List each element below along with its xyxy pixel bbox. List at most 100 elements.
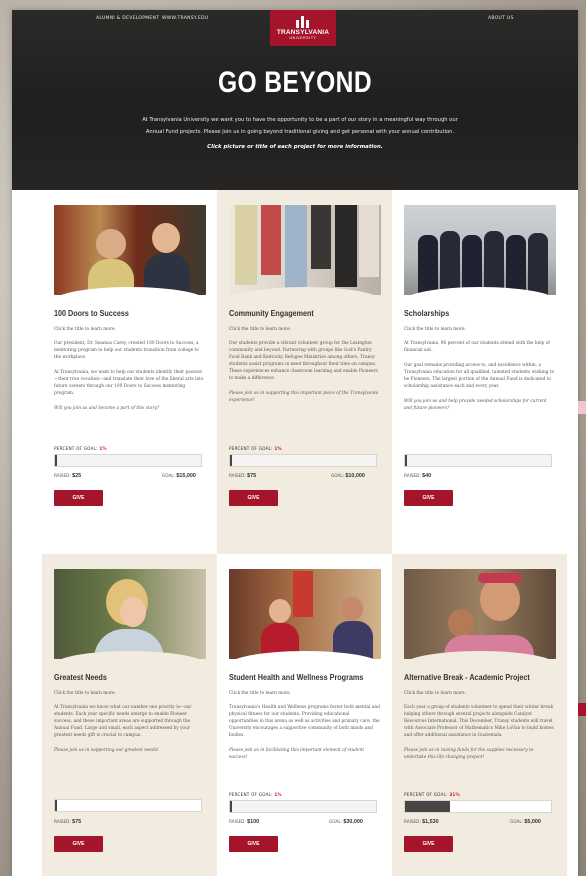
progress-fill <box>55 455 58 466</box>
paragraph: Will you join us and become a part of th… <box>54 406 160 411</box>
page: ALUMNI & DEVELOPMENT WWW.TRANSY.EDU ABOU… <box>12 10 578 876</box>
paragraph: Please join us in raising funds for the … <box>404 748 534 760</box>
raised-amount: RAISED: $75 <box>54 819 81 825</box>
percent-label: PERCENT OF GOAL: <box>54 446 98 451</box>
project-photo[interactable] <box>229 205 381 295</box>
raised-amount: RAISED: $75 <box>229 473 256 479</box>
project-card-alternative-break: Alternative Break - Academic Project Cli… <box>392 554 567 876</box>
hero-line-1: At Transylvania University we want you t… <box>142 117 458 123</box>
progress-fill <box>230 801 233 812</box>
project-hint: Click the title to learn more. <box>54 691 116 696</box>
percent-of-goal: PERCENT OF GOAL: 1% <box>54 446 107 451</box>
give-button[interactable]: GIVE <box>229 836 278 852</box>
paragraph: At Transylvania, we want to help our stu… <box>54 370 204 396</box>
project-photo[interactable] <box>54 205 206 295</box>
project-photo[interactable] <box>54 569 206 659</box>
percent-label: PERCENT OF GOAL: <box>404 792 448 797</box>
raised-value: $75 <box>247 473 257 479</box>
hero-cta: Click picture or title of each project f… <box>207 144 383 150</box>
paragraph: Please join us in supporting our greates… <box>54 748 159 753</box>
project-title[interactable]: 100 Doors to Success <box>54 309 190 318</box>
paragraph: Please join us in facilitating this impo… <box>229 748 365 760</box>
goal-amount: GOAL: $15,000 <box>162 473 196 479</box>
project-description: At Transylvania, 96 percent of our stude… <box>404 340 555 412</box>
give-button[interactable]: GIVE <box>404 836 453 852</box>
raised-label: RAISED: <box>54 473 71 478</box>
raised-value: $40 <box>422 473 432 479</box>
goal-label: GOAL: <box>331 473 345 478</box>
project-hint: Click the title to learn more. <box>54 327 116 332</box>
project-description: Transylvania's Health and Wellness progr… <box>229 704 380 761</box>
project-photo[interactable] <box>404 205 556 295</box>
university-logo[interactable]: TRANSYLVANIA UNIVERSITY <box>270 10 336 46</box>
raised-value: $25 <box>72 473 82 479</box>
paragraph: Our goal remains providing access to, an… <box>404 363 555 389</box>
goal-label: GOAL: <box>162 473 176 478</box>
progress-bar <box>404 454 552 467</box>
progress-bar <box>54 799 202 812</box>
logo-building-icon <box>295 16 311 28</box>
project-title[interactable]: Scholarships <box>404 309 540 318</box>
logo-name: TRANSYLVANIA <box>276 29 330 36</box>
percent-label: PERCENT OF GOAL: <box>229 792 273 797</box>
raised-label: RAISED: <box>54 819 71 824</box>
paragraph: Our president, Dr. Seamus Carey, created… <box>54 341 199 360</box>
raised-value: $1,530 <box>422 819 439 825</box>
give-button[interactable]: GIVE <box>54 490 103 506</box>
goal-amount: GOAL: $30,000 <box>329 819 363 825</box>
logo-subtitle: UNIVERSITY <box>289 36 317 40</box>
paragraph: Each year a group of students volunteer … <box>404 705 554 738</box>
hero-title: GO BEYOND <box>217 66 373 99</box>
nav-site-link[interactable]: WWW.TRANSY.EDU <box>162 16 208 21</box>
project-title[interactable]: Alternative Break - Academic Project <box>404 673 540 682</box>
project-photo[interactable] <box>404 569 556 659</box>
project-card-health-wellness: Student Health and Wellness Programs Cli… <box>217 554 392 876</box>
progress-fill <box>230 455 233 466</box>
hero-description: At Transylvania University we want you t… <box>122 114 478 138</box>
goal-label: GOAL: <box>510 819 524 824</box>
give-button[interactable]: GIVE <box>404 490 453 506</box>
give-button[interactable]: GIVE <box>229 490 278 506</box>
project-description: At Transylvania we know what our number … <box>54 704 205 754</box>
raised-label: RAISED: <box>404 473 421 478</box>
goal-value: $15,000 <box>176 473 196 479</box>
project-description: Our president, Dr. Seamus Carey, created… <box>54 340 205 412</box>
paragraph: Our students provide a vibrant volunteer… <box>229 341 378 381</box>
percent-value: 1% <box>274 792 282 797</box>
paragraph: At Transylvania we know what our number … <box>54 705 192 738</box>
raised-value: $100 <box>247 819 260 825</box>
goal-value: $5,000 <box>524 819 541 825</box>
project-title[interactable]: Greatest Needs <box>54 673 190 682</box>
nav-about-link[interactable]: ABOUT US <box>488 16 514 21</box>
project-title[interactable]: Student Health and Wellness Programs <box>229 673 365 682</box>
raised-label: RAISED: <box>229 473 246 478</box>
project-description: Each year a group of students volunteer … <box>404 704 555 761</box>
raised-label: RAISED: <box>404 819 421 824</box>
raised-amount: RAISED: $100 <box>229 819 259 825</box>
percent-of-goal: PERCENT OF GOAL: 31% <box>404 792 460 797</box>
project-hint: Click the title to learn more. <box>404 691 466 696</box>
percent-of-goal: PERCENT OF GOAL: 1% <box>229 792 282 797</box>
hero-banner: ALUMNI & DEVELOPMENT WWW.TRANSY.EDU ABOU… <box>12 10 578 190</box>
project-description: Our students provide a vibrant volunteer… <box>229 340 380 404</box>
hero-line-2: Annual Fund projects. Please join us in … <box>145 129 455 135</box>
goal-value: $10,000 <box>345 473 365 479</box>
paragraph: Transylvania's Health and Wellness progr… <box>229 705 380 738</box>
goal-amount: GOAL: $10,000 <box>331 473 365 479</box>
paragraph: Will you join us and help provide needed… <box>404 399 547 411</box>
nav-alumni-link[interactable]: ALUMNI & DEVELOPMENT <box>96 16 159 21</box>
raised-amount: RAISED: $1,530 <box>404 819 439 825</box>
project-photo[interactable] <box>229 569 381 659</box>
side-share-tab[interactable] <box>578 703 586 716</box>
raised-label: RAISED: <box>229 819 246 824</box>
raised-amount: RAISED: $25 <box>54 473 81 479</box>
progress-bar <box>229 800 377 813</box>
progress-fill <box>405 801 451 812</box>
goal-value: $30,000 <box>343 819 363 825</box>
percent-of-goal: PERCENT OF GOAL: 1% <box>229 446 282 451</box>
side-feedback-tab[interactable] <box>578 401 586 414</box>
percent-value: 1% <box>274 446 282 451</box>
percent-value: 31% <box>449 792 460 797</box>
project-title[interactable]: Community Engagement <box>229 309 365 318</box>
give-button[interactable]: GIVE <box>54 836 103 852</box>
